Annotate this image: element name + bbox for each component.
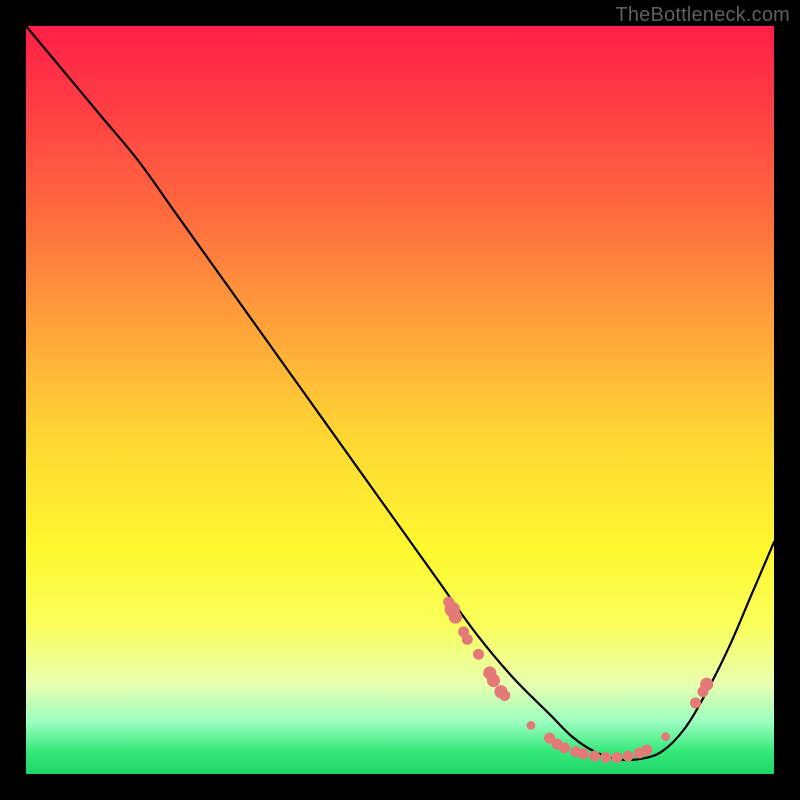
data-marker (449, 610, 462, 623)
data-marker (700, 678, 713, 691)
data-marker (559, 742, 570, 753)
data-marker (690, 697, 701, 708)
data-marker (462, 634, 473, 645)
data-marker (661, 732, 670, 741)
data-marker (611, 752, 622, 763)
data-marker (623, 751, 634, 762)
data-marker (578, 748, 589, 759)
data-marker (641, 745, 652, 756)
data-marker (600, 752, 611, 763)
data-marker (487, 674, 500, 687)
chart-svg (26, 26, 774, 774)
marker-group (443, 596, 713, 763)
bottleneck-curve (26, 26, 774, 760)
data-marker (589, 751, 600, 762)
data-marker (473, 649, 484, 660)
watermark-text: TheBottleneck.com (615, 4, 790, 27)
data-marker (499, 690, 510, 701)
chart-plot-area (26, 26, 774, 774)
data-marker (527, 721, 536, 730)
